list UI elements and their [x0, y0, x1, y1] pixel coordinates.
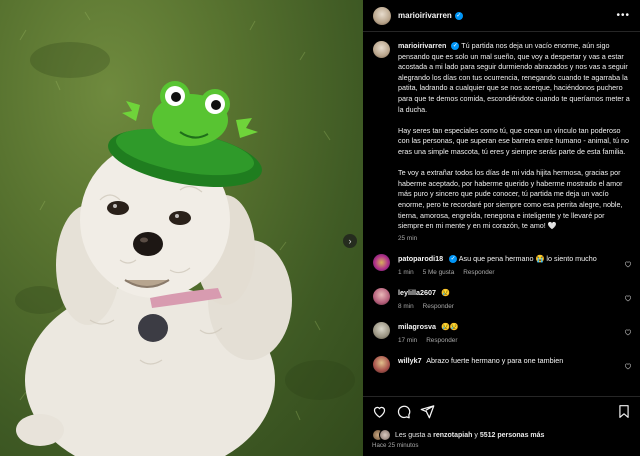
- comment-likes[interactable]: 5 Me gusta: [423, 269, 455, 276]
- comment-text: Asu que pena hermano 😭 lo siento mucho: [458, 254, 597, 264]
- reply-button[interactable]: Responder: [463, 269, 494, 276]
- comment-icon[interactable]: [396, 404, 411, 419]
- heart-icon[interactable]: [372, 404, 387, 419]
- chevron-right-icon[interactable]: ›: [343, 234, 357, 248]
- post-photo[interactable]: ›: [0, 0, 363, 456]
- comment-item: leylilla2607 😢 8 min Responder: [363, 288, 640, 312]
- heart-icon[interactable]: [624, 328, 632, 336]
- post-actions: Les gusta a renzotapiah y 5512 personas …: [363, 396, 640, 456]
- comment-meta: 8 min Responder: [398, 302, 620, 312]
- more-icon[interactable]: •••: [616, 10, 630, 21]
- comment-body: milagrosva 😢😢 17 min Responder: [398, 322, 620, 346]
- instagram-post: › marioirivarren ✓ ••• marioirivarren ✓ T…: [0, 0, 640, 456]
- likes-count[interactable]: 5512 personas más: [480, 432, 545, 439]
- avatar[interactable]: [373, 254, 390, 272]
- comment-username[interactable]: patoparodi18: [398, 254, 443, 263]
- post-time[interactable]: Hace 25 minutos: [372, 442, 418, 449]
- comment-text: 😢😢: [440, 322, 459, 332]
- post-author-username[interactable]: marioirivarren: [398, 11, 452, 20]
- comment-item: milagrosva 😢😢 17 min Responder: [363, 322, 640, 346]
- verified-badge-icon: ✓: [449, 255, 458, 264]
- comment-body: leylilla2607 😢 8 min Responder: [398, 288, 620, 312]
- avatar[interactable]: [373, 288, 390, 306]
- post-header: marioirivarren ✓ •••: [363, 0, 640, 32]
- comment-text: 😢: [440, 288, 450, 298]
- comment-time[interactable]: 8 min: [398, 303, 414, 310]
- dog-with-frog-hat-illustration: [15, 11, 355, 456]
- action-icons: [372, 404, 435, 419]
- caption-username[interactable]: marioirivarren: [398, 41, 446, 50]
- avatar[interactable]: [373, 6, 391, 25]
- verified-badge-icon: ✓: [451, 42, 460, 51]
- heart-icon[interactable]: [624, 362, 632, 370]
- caption-paragraph-2: Hay seres tan especiales como tú, que cr…: [398, 125, 629, 156]
- share-icon[interactable]: [420, 404, 435, 419]
- reply-button[interactable]: Responder: [423, 303, 454, 310]
- heart-icon[interactable]: [624, 294, 632, 302]
- comment-time[interactable]: 1 min: [398, 269, 414, 276]
- comment-time[interactable]: 17 min: [398, 337, 417, 344]
- caption-paragraph-3: Te voy a extrañar todos los días de mi v…: [398, 168, 623, 231]
- avatar[interactable]: [373, 322, 390, 340]
- avatar: [379, 429, 391, 441]
- comment-username[interactable]: leylilla2607: [398, 288, 436, 297]
- likes-mid: y: [472, 431, 480, 439]
- post-side-panel: marioirivarren ✓ ••• marioirivarren ✓ Tú …: [363, 0, 640, 456]
- comment-body: patoparodi18 ✓ Asu que pena hermano 😭 lo …: [398, 254, 620, 278]
- reply-button[interactable]: Responder: [426, 337, 457, 344]
- avatar[interactable]: [373, 41, 390, 58]
- likes-prefix: Les gusta a: [395, 431, 434, 439]
- avatar[interactable]: [373, 356, 390, 374]
- caption-paragraph-1: Tú partida nos deja un vacío enorme, aún…: [398, 41, 630, 114]
- comment-meta: 17 min Responder: [398, 336, 620, 346]
- bookmark-icon[interactable]: [617, 404, 631, 419]
- comments-scroll-area[interactable]: marioirivarren ✓ Tú partida nos deja un v…: [363, 33, 640, 395]
- comment-body: willyk7 Abrazo fuerte hermano y para one…: [398, 356, 620, 373]
- comment-text: Abrazo fuerte hermano y para one tambien: [426, 356, 564, 366]
- caption-time[interactable]: 25 min: [398, 234, 630, 245]
- comment-username[interactable]: milagrosva: [398, 322, 436, 331]
- likes-summary[interactable]: Les gusta a renzotapiah y 5512 personas …: [372, 429, 544, 441]
- likes-user[interactable]: renzotapiah: [433, 432, 472, 439]
- comment-meta: 1 min 5 Me gusta Responder: [398, 268, 620, 278]
- comment-item: willyk7 Abrazo fuerte hermano y para one…: [363, 356, 640, 374]
- post-caption: marioirivarren ✓ Tú partida nos deja un v…: [363, 33, 640, 244]
- heart-icon[interactable]: [624, 260, 632, 268]
- comment-username[interactable]: willyk7: [398, 356, 422, 365]
- likes-text[interactable]: Les gusta a renzotapiah y 5512 personas …: [395, 432, 544, 439]
- verified-badge-icon: ✓: [454, 11, 463, 20]
- caption-body: marioirivarren ✓ Tú partida nos deja un v…: [398, 41, 630, 244]
- comment-item: patoparodi18 ✓ Asu que pena hermano 😭 lo …: [363, 254, 640, 278]
